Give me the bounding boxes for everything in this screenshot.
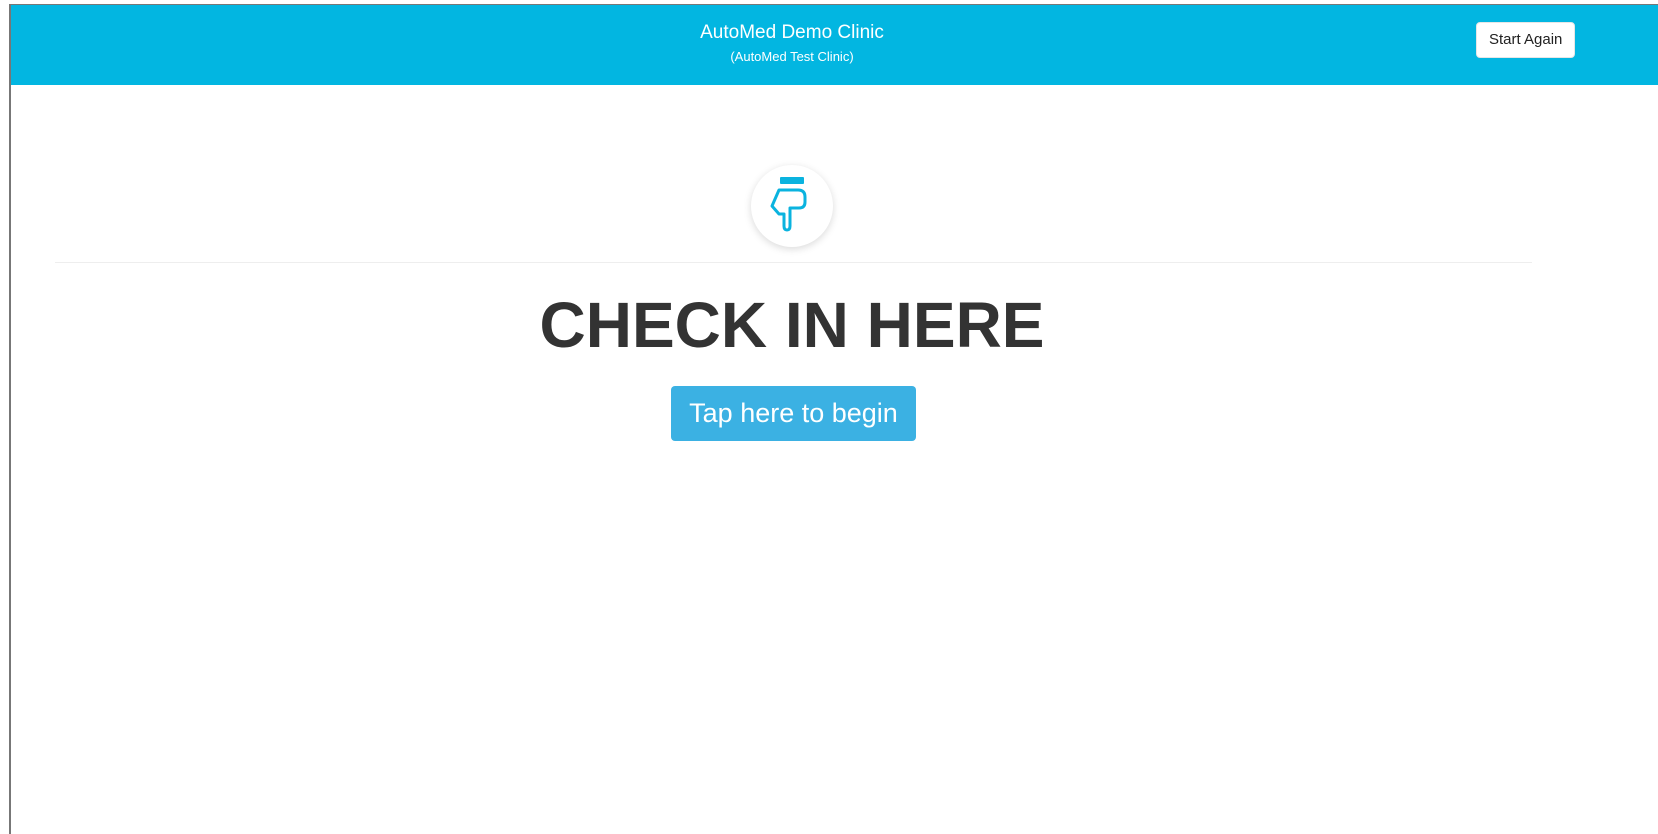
icon-badge [751, 165, 833, 247]
page-title: CHECK IN HERE [539, 289, 1045, 361]
app-frame: AutoMed Demo Clinic (AutoMed Test Clinic… [9, 4, 1658, 834]
start-again-button[interactable]: Start Again [1476, 22, 1576, 58]
begin-button[interactable]: Tap here to begin [671, 386, 916, 441]
clinic-title: AutoMed Demo Clinic [700, 22, 884, 43]
header-bar: AutoMed Demo Clinic (AutoMed Test Clinic… [11, 5, 1658, 85]
divider [55, 262, 1532, 263]
hand-pointing-down-icon [770, 177, 807, 232]
clinic-subtitle: (AutoMed Test Clinic) [730, 49, 854, 64]
